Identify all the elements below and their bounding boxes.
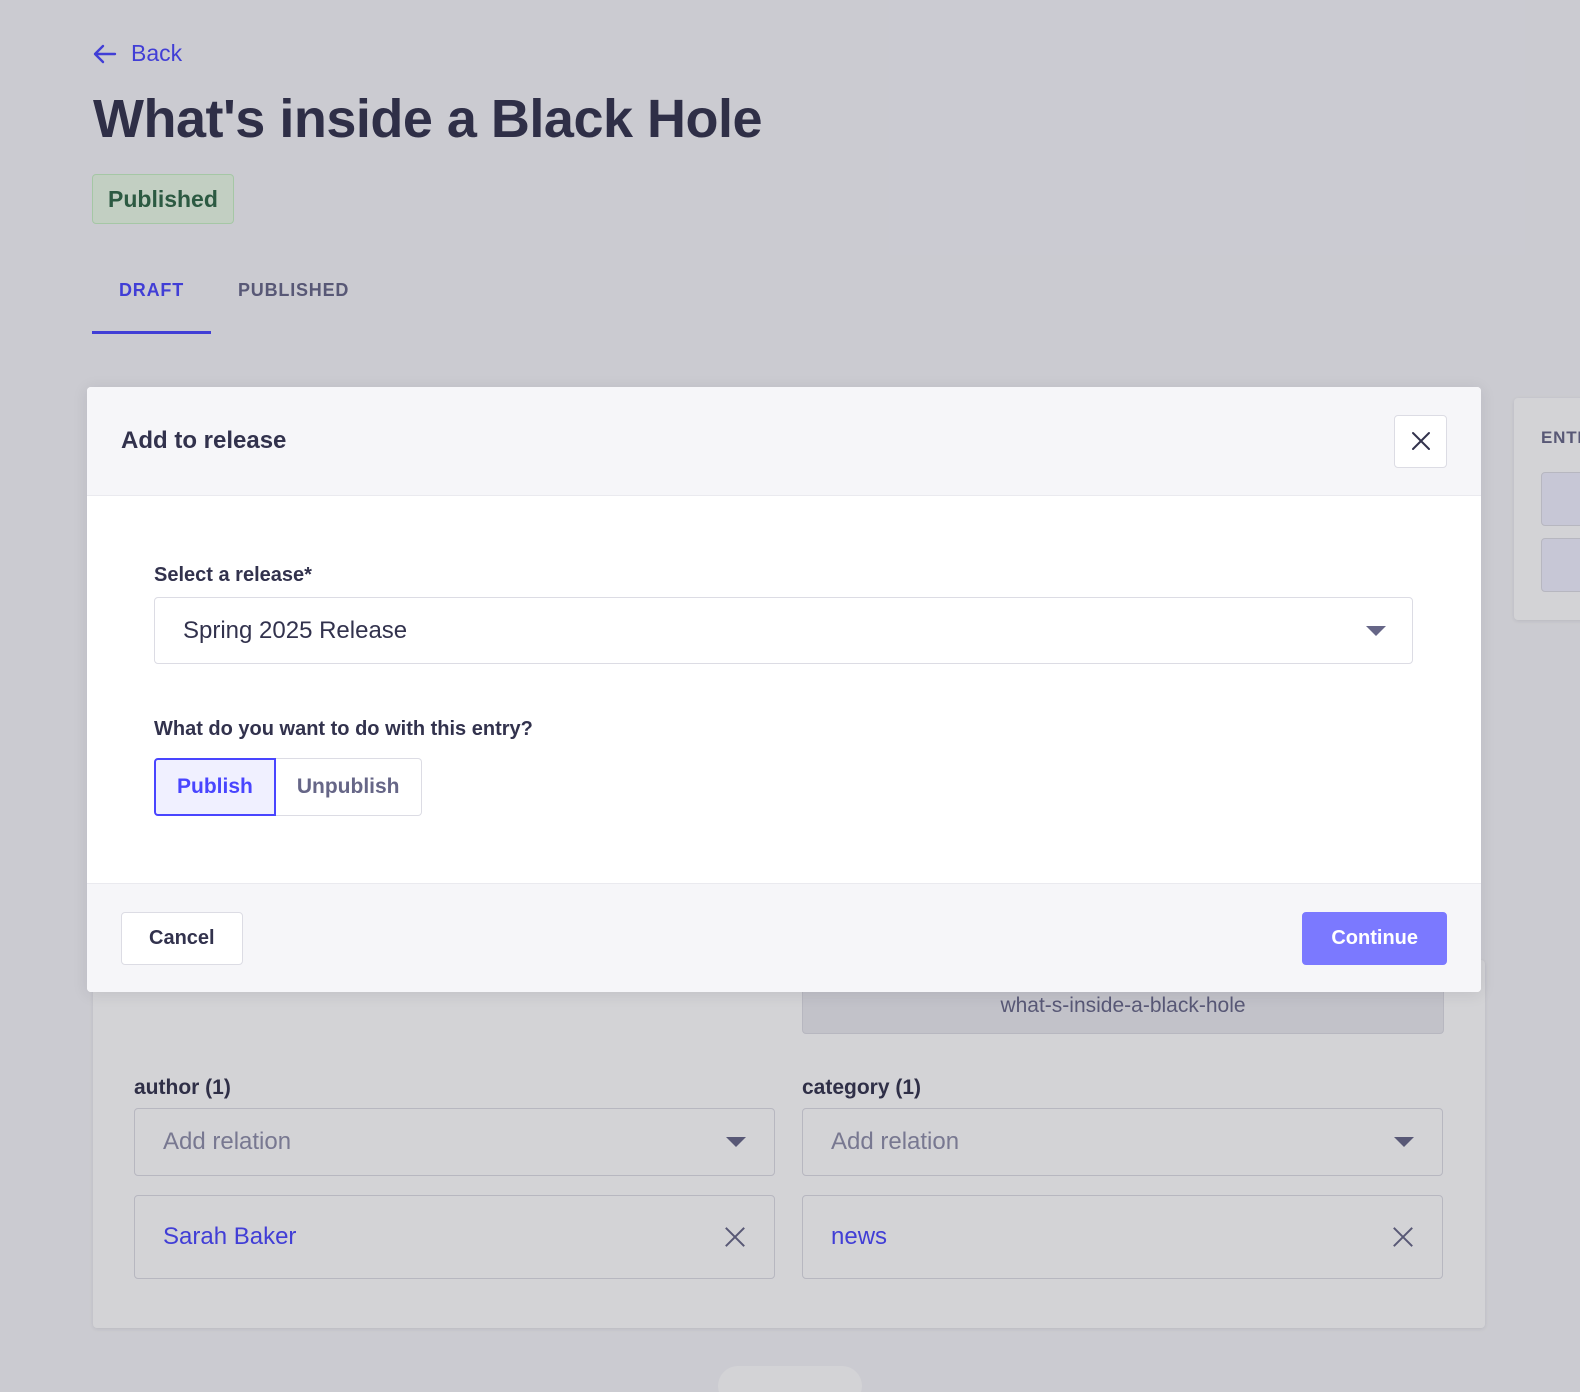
continue-button[interactable]: Continue xyxy=(1302,911,1447,965)
release-select[interactable]: Spring 2025 Release xyxy=(154,597,1413,664)
action-question-label: What do you want to do with this entry? xyxy=(154,718,533,740)
release-select-value: Spring 2025 Release xyxy=(183,616,408,644)
publish-toggle-button[interactable]: Publish xyxy=(154,758,276,816)
modal-body: Select a release* Spring 2025 Release Wh… xyxy=(87,496,1481,883)
cancel-button[interactable]: Cancel xyxy=(121,911,243,965)
modal-title: Add to release xyxy=(121,427,287,454)
close-icon xyxy=(1411,432,1430,450)
modal-footer: Cancel Continue xyxy=(87,883,1481,992)
action-toggle-group: Publish Unpublish xyxy=(154,758,422,816)
close-button[interactable] xyxy=(1394,414,1447,468)
caret-down-icon xyxy=(1366,625,1386,636)
add-to-release-modal: Add to release Select a release* Spring … xyxy=(87,387,1481,992)
modal-header: Add to release xyxy=(87,387,1481,496)
release-select-label: Select a release* xyxy=(154,564,312,586)
unpublish-toggle-button[interactable]: Unpublish xyxy=(275,758,422,816)
